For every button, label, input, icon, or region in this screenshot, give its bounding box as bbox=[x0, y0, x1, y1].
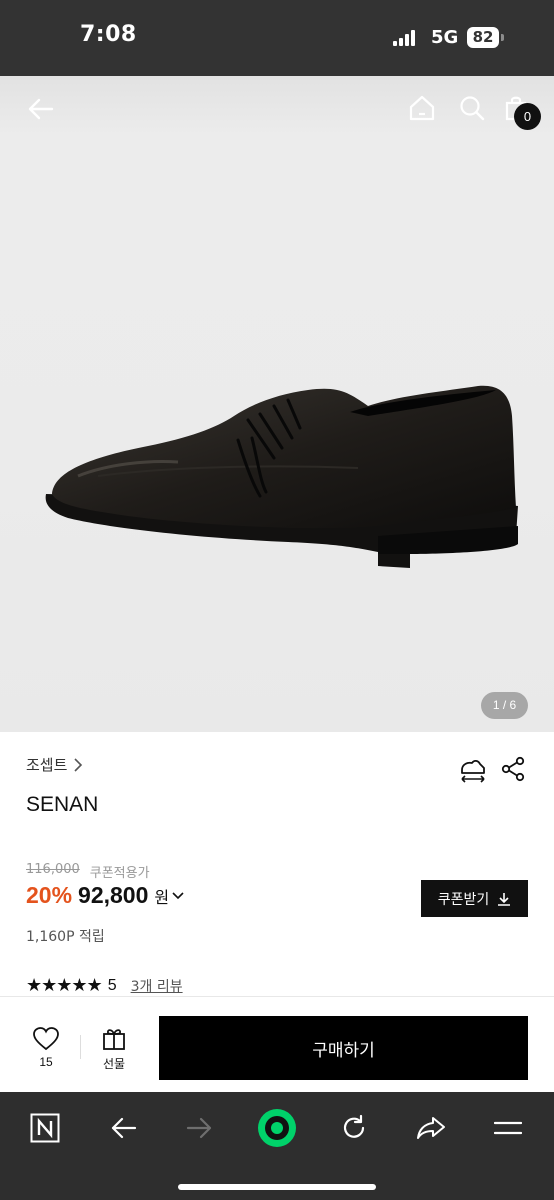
rating-row: ★★★★★ 5 3개 리뷰 bbox=[26, 975, 183, 996]
gift-button[interactable]: 선물 bbox=[96, 1027, 132, 1072]
menu-button[interactable] bbox=[488, 1108, 528, 1148]
product-image-shoe bbox=[45, 385, 518, 568]
gift-label: 선물 bbox=[102, 1057, 126, 1071]
share-arrow-icon bbox=[417, 1117, 445, 1139]
product-name: SENAN bbox=[26, 793, 99, 816]
home-indicator bbox=[178, 1184, 376, 1190]
original-price: 116,000 bbox=[26, 862, 80, 877]
share-icon[interactable] bbox=[500, 756, 526, 782]
brand-name: 조셉트 bbox=[26, 756, 68, 774]
refresh-icon bbox=[343, 1114, 365, 1138]
green-dot-button[interactable] bbox=[257, 1108, 297, 1148]
star-rating-icon: ★★★★★ bbox=[26, 975, 103, 996]
browser-forward-button[interactable] bbox=[180, 1108, 220, 1148]
network-label: 5G bbox=[431, 27, 459, 48]
chevron-down-icon bbox=[172, 892, 184, 900]
search-button[interactable] bbox=[456, 92, 488, 124]
price-row: 20% 92,800 원 bbox=[26, 882, 184, 909]
coupon-price-note: 쿠폰적용가 bbox=[89, 866, 150, 881]
hamburger-menu-icon bbox=[494, 1121, 522, 1135]
battery-icon: 82 bbox=[467, 27, 499, 48]
arrow-left-icon bbox=[111, 1117, 137, 1139]
like-button[interactable]: 15 bbox=[28, 1027, 64, 1069]
purchase-action-bar: 15 선물 구매하기 bbox=[0, 996, 554, 1092]
green-dot-icon bbox=[258, 1109, 296, 1147]
like-count: 15 bbox=[39, 1055, 53, 1069]
price-detail-toggle[interactable]: 원 bbox=[154, 884, 184, 908]
original-price-row: 116,000 쿠폰적용가 bbox=[26, 862, 150, 881]
reward-points: 1,160P 적립 bbox=[26, 929, 105, 945]
arrow-right-icon bbox=[186, 1117, 212, 1139]
brand-link[interactable]: 조셉트 bbox=[26, 754, 83, 775]
buy-button[interactable]: 구매하기 bbox=[159, 1016, 528, 1080]
heart-icon bbox=[33, 1027, 59, 1051]
naver-logo-icon bbox=[30, 1113, 60, 1143]
naver-home-button[interactable] bbox=[25, 1108, 65, 1148]
arrow-left-icon bbox=[28, 98, 54, 120]
chevron-right-icon bbox=[74, 757, 83, 772]
home-icon bbox=[409, 95, 435, 121]
back-button[interactable] bbox=[22, 94, 58, 124]
share-button[interactable] bbox=[411, 1108, 451, 1148]
rating-value: 5 bbox=[107, 976, 117, 994]
size-guide-icon[interactable] bbox=[458, 754, 488, 784]
product-image-gallery[interactable]: 0 1 / 6 bbox=[0, 76, 554, 732]
battery-tip bbox=[501, 34, 504, 41]
browser-back-button[interactable] bbox=[103, 1108, 143, 1148]
cart-count-badge: 0 bbox=[514, 103, 541, 130]
sale-price: 92,800 bbox=[78, 882, 149, 908]
home-button[interactable] bbox=[406, 92, 438, 124]
discount-rate: 20% bbox=[26, 882, 73, 908]
gallery-pager: 1 / 6 bbox=[481, 692, 528, 719]
gift-icon bbox=[103, 1029, 125, 1050]
coupon-button-label: 쿠폰받기 bbox=[437, 891, 490, 908]
review-link[interactable]: 3개 리뷰 bbox=[131, 976, 183, 996]
signal-icon bbox=[393, 30, 419, 46]
refresh-button[interactable] bbox=[334, 1108, 374, 1148]
search-icon bbox=[460, 96, 485, 121]
divider bbox=[80, 1035, 81, 1059]
coupon-download-button[interactable]: 쿠폰받기 bbox=[421, 880, 528, 917]
status-time: 7:08 bbox=[80, 22, 137, 47]
status-bar: 7:08 5G 82 bbox=[0, 0, 554, 76]
currency-label: 원 bbox=[154, 888, 170, 907]
download-icon bbox=[498, 892, 511, 906]
